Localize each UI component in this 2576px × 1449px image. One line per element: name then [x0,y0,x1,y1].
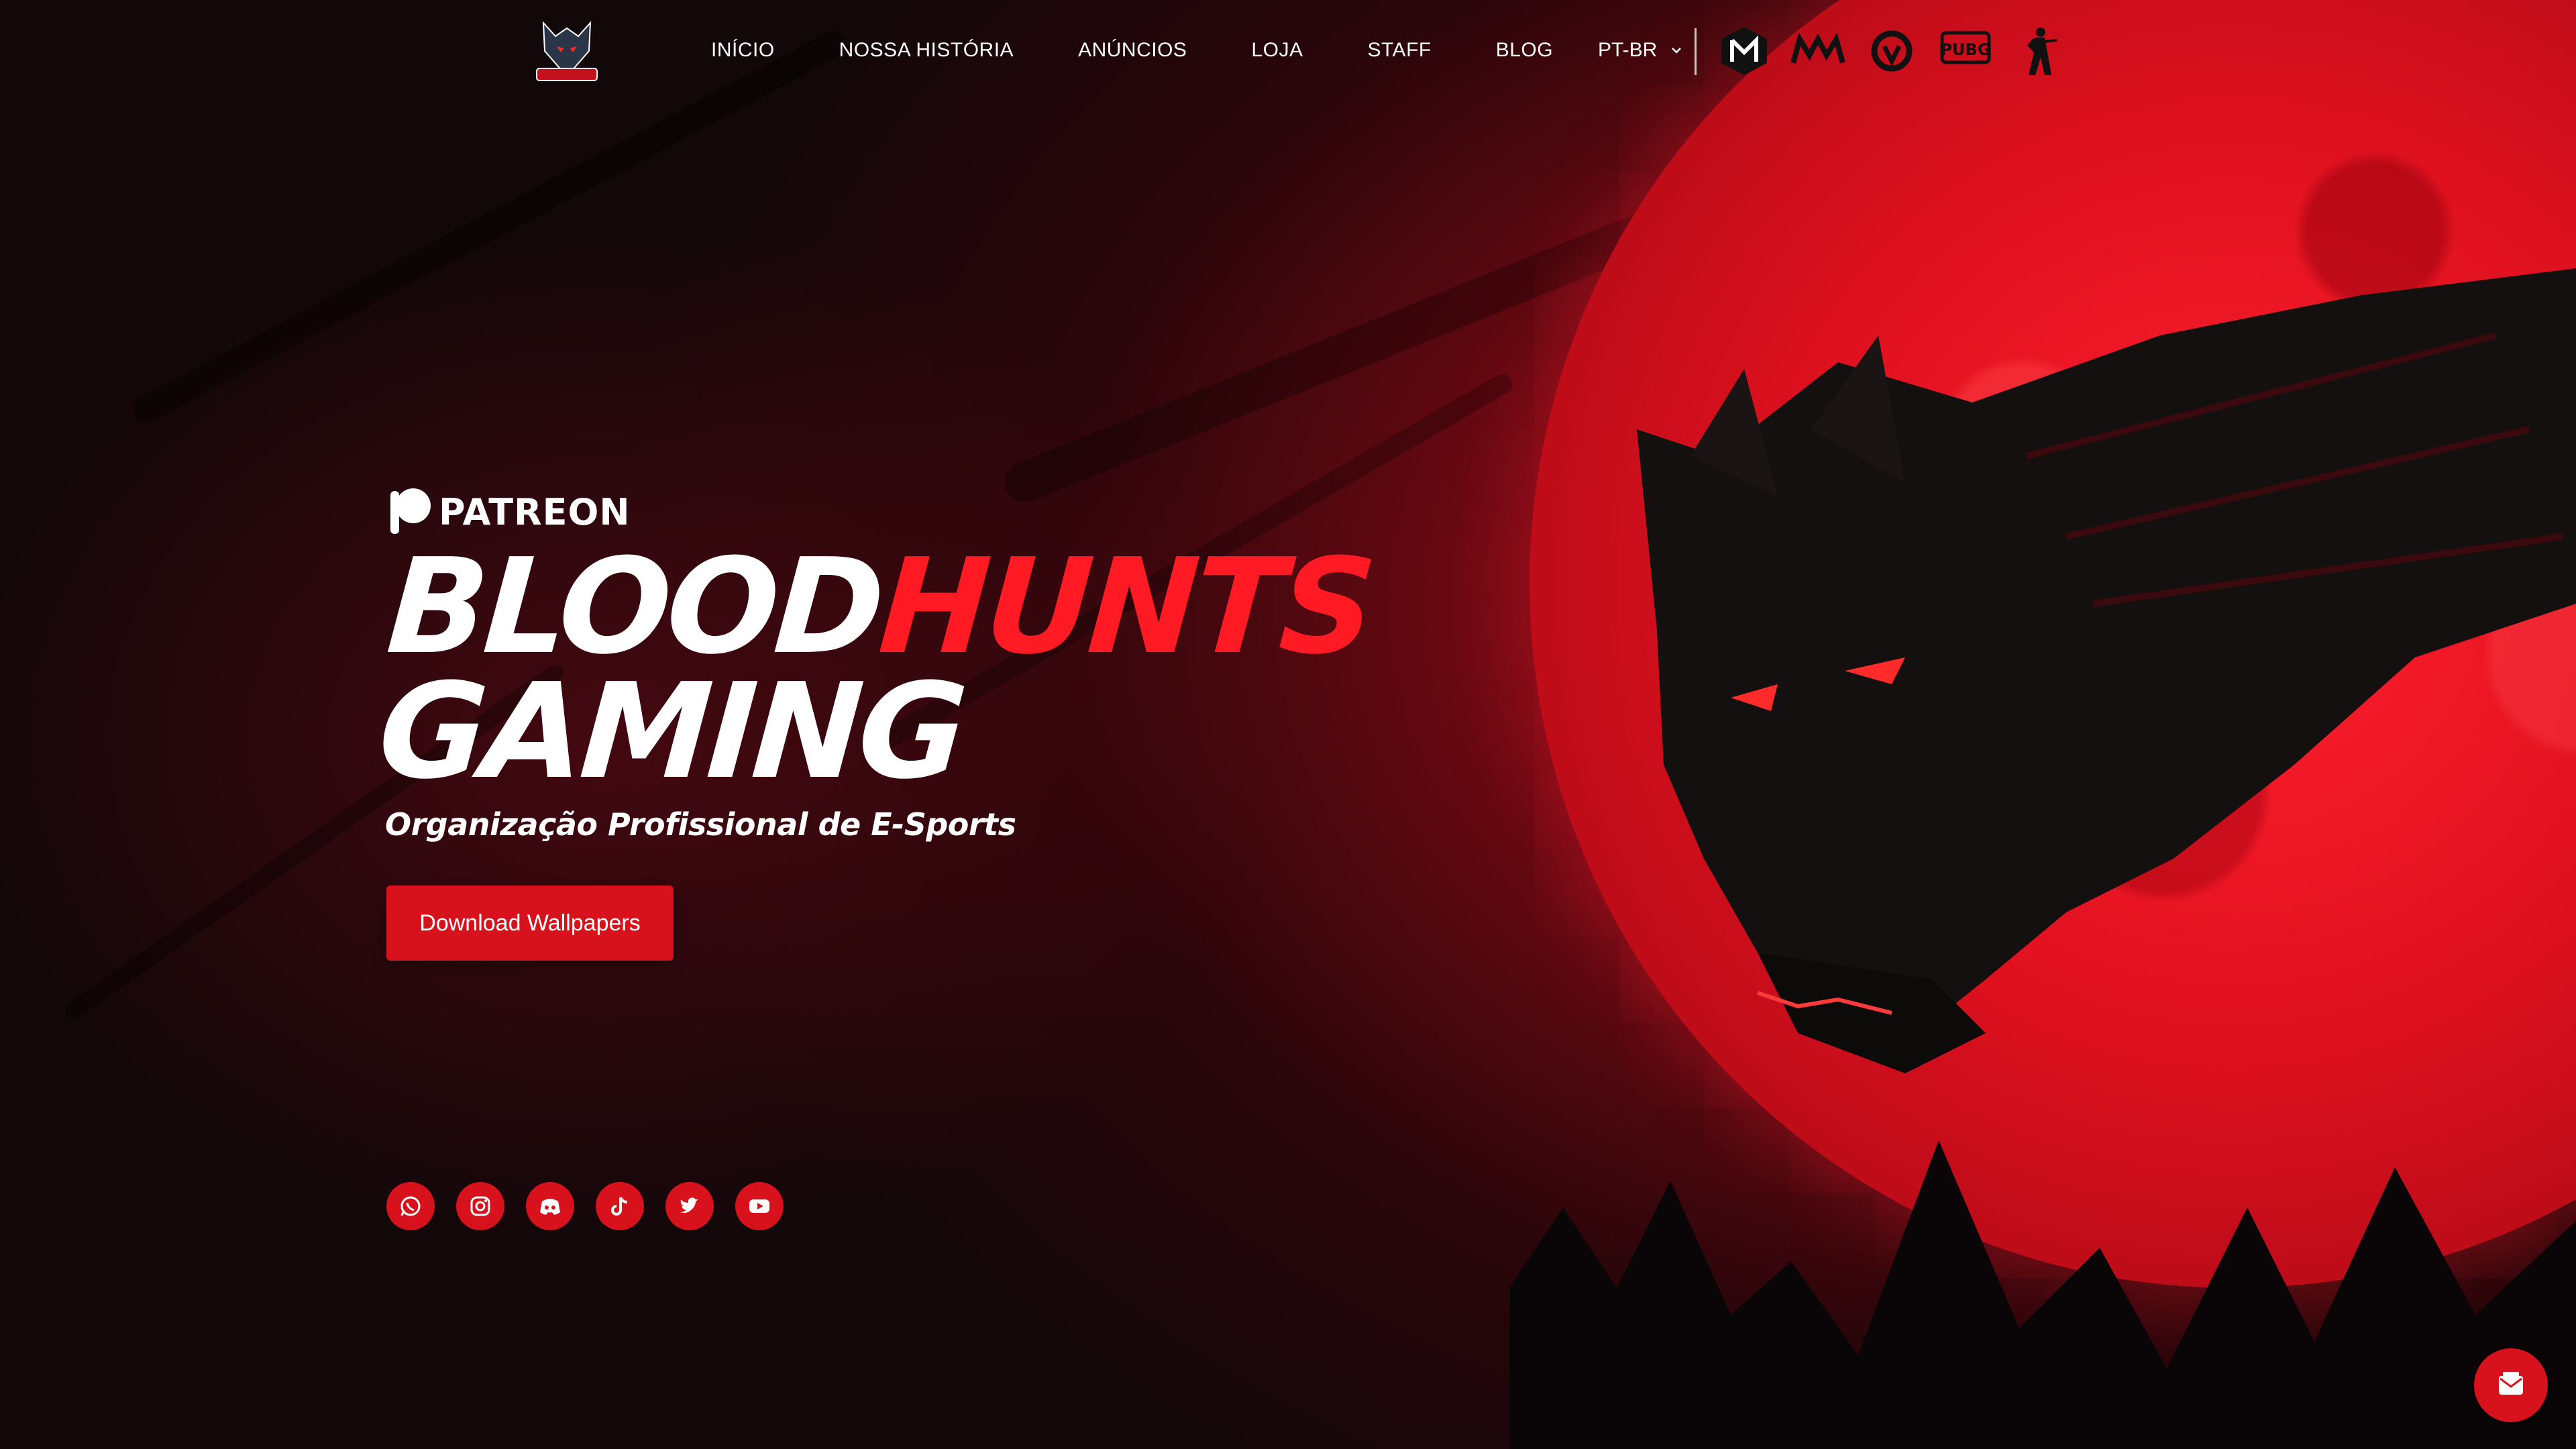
pubg-mobile-icon[interactable]: PUBG [1939,24,1992,78]
social-links [386,1182,784,1230]
discord-icon[interactable] [526,1182,574,1230]
twitter-icon[interactable] [665,1182,714,1230]
mail-icon [2499,1372,2523,1395]
patreon-label: PATREON [439,490,631,533]
chat-support-button[interactable] [2474,1348,2548,1422]
wolf-illustration [1637,268,2576,1073]
main-menu: INÍCIO NOSSA HISTÓRIA ANÚNCIOS LOJA STAF… [711,39,1553,62]
patreon-link[interactable]: PATREON [386,487,631,537]
mw-icon[interactable] [1791,24,1845,78]
header-divider [1695,28,1697,75]
call-of-duty-icon[interactable] [1717,24,1771,78]
hero-title: BLOODHUNTS GAMING [374,531,1377,808]
youtube-icon[interactable] [735,1182,784,1230]
download-wallpapers-button[interactable]: Download Wallpapers [386,885,674,961]
overwatch-icon[interactable] [1865,24,1919,78]
language-label: PT-BR [1598,39,1658,61]
menu-item-inicio[interactable]: INÍCIO [711,39,775,62]
hero-subtitle: Organização Profissional de E-Sports [385,806,1016,843]
menu-item-blog[interactable]: BLOG [1496,39,1553,62]
chevron-down-icon [1672,48,1682,54]
menu-item-loja[interactable]: LOJA [1251,39,1303,62]
svg-text:PUBG: PUBG [1940,40,1990,59]
pine-trees [1509,1140,2576,1449]
patreon-icon [390,488,431,534]
menu-item-staff[interactable]: STAFF [1367,39,1431,62]
language-selector[interactable]: PT-BR [1598,39,1682,62]
menu-item-anuncios[interactable]: ANÚNCIOS [1078,39,1187,62]
top-navigation: INÍCIO NOSSA HISTÓRIA ANÚNCIOS LOJA STAF… [0,0,2576,107]
title-gaming: GAMING [374,655,968,808]
whatsapp-icon[interactable] [386,1182,435,1230]
bloodhunts-logo[interactable] [530,16,604,90]
tiktok-icon[interactable] [596,1182,644,1230]
instagram-icon[interactable] [456,1182,504,1230]
menu-item-nossa-historia[interactable]: NOSSA HISTÓRIA [839,39,1014,62]
game-icons: PUBG [1717,24,2066,78]
counter-strike-icon[interactable] [2012,24,2066,78]
